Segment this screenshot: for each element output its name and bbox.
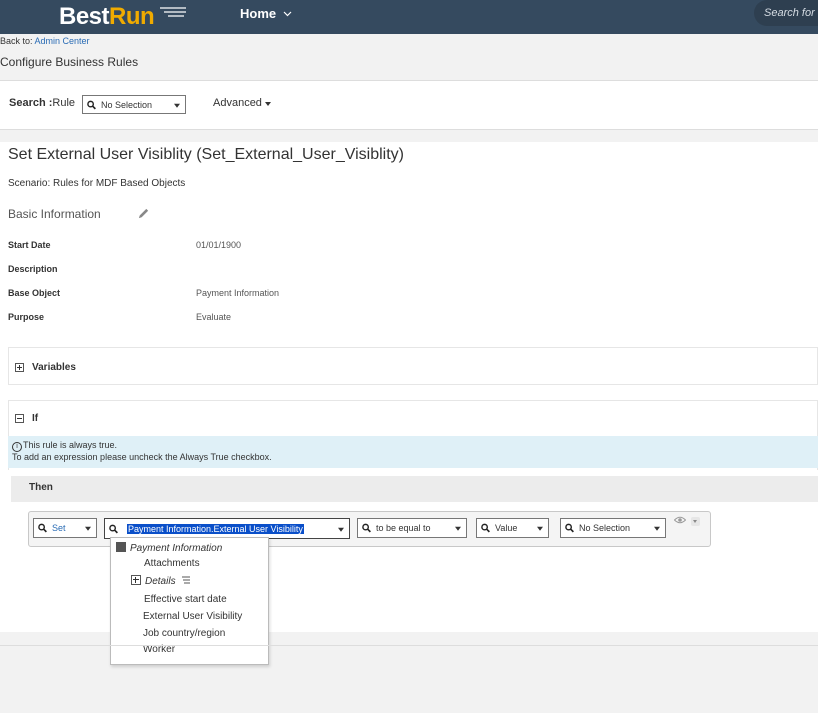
divider — [0, 645, 818, 646]
if-toggle[interactable]: If — [15, 413, 38, 424]
description-label: Description — [8, 264, 58, 274]
rule-scenario: Scenario: Rules for MDF Based Objects — [8, 178, 186, 189]
top-navigation-bar: BestRun Home Search for — [0, 0, 818, 34]
purpose-label: Purpose — [8, 312, 45, 322]
pencil-edit-icon[interactable] — [137, 207, 150, 220]
base-object-value: Payment Information — [196, 288, 280, 298]
bestrun-logo[interactable]: BestRun — [59, 3, 155, 31]
home-menu[interactable]: Home — [240, 6, 292, 21]
tree-item-external-user-visibility[interactable]: External User Visibility — [143, 611, 242, 622]
basic-information-heading: Basic Information — [8, 207, 101, 221]
eye-icon[interactable] — [674, 516, 686, 524]
chevron-down-icon — [283, 11, 292, 17]
field-select[interactable]: Payment Information.External User Visibi… — [104, 518, 350, 539]
start-date-label: Start Date — [8, 240, 51, 250]
value-select[interactable]: No Selection — [560, 518, 666, 538]
search-icon — [481, 523, 490, 533]
chevron-down-icon — [265, 102, 271, 106]
expand-icon — [15, 363, 24, 372]
chevron-down-icon — [537, 526, 543, 531]
list-icon — [182, 576, 191, 584]
collapse-icon — [15, 414, 24, 423]
expand-icon — [131, 575, 141, 585]
search-icon — [87, 100, 96, 109]
rule-title: Set External User Visiblity (Set_Externa… — [8, 146, 405, 163]
value-type-select[interactable]: Value — [476, 518, 549, 538]
chevron-down-icon — [338, 527, 344, 532]
then-section-header: Then — [11, 476, 818, 502]
base-object-label: Base Object — [8, 288, 61, 298]
chevron-down-icon — [455, 526, 461, 531]
tree-item-job-country-region[interactable]: Job country/region — [143, 628, 225, 639]
variables-section: Variables — [8, 347, 818, 385]
page-title: Configure Business Rules — [0, 55, 139, 69]
advanced-search-toggle[interactable]: Advanced — [213, 97, 271, 109]
search-icon — [109, 524, 118, 533]
tree-item-attachments[interactable]: Attachments — [144, 558, 200, 569]
search-icon — [565, 523, 574, 533]
tree-node-details[interactable]: Details — [131, 575, 191, 587]
rule-search-bar: Search :Rule No Selection Advanced — [0, 80, 818, 130]
action-select[interactable]: Set — [33, 518, 97, 538]
always-true-info-message: i This rule is always true. To add an exp… — [8, 436, 818, 468]
purpose-value: Evaluate — [196, 312, 232, 322]
search-label: Search :Rule — [9, 97, 76, 109]
info-icon: i — [12, 442, 22, 452]
search-icon — [38, 523, 47, 533]
chevron-down-icon — [654, 526, 660, 531]
chevron-down-icon — [174, 103, 180, 108]
back-link-row: Back to: Admin Center — [0, 36, 90, 46]
rule-search-select[interactable]: No Selection — [82, 95, 186, 114]
operator-select[interactable]: to be equal to — [357, 518, 467, 538]
start-date-value: 01/01/1900 — [196, 240, 242, 250]
search-icon — [362, 523, 371, 533]
variables-toggle[interactable]: Variables — [15, 362, 76, 373]
logo-speed-lines-icon — [160, 7, 186, 17]
global-search-input[interactable]: Search for — [754, 0, 818, 26]
tree-item-effective-start-date[interactable]: Effective start date — [144, 594, 227, 605]
more-options-button[interactable] — [691, 517, 700, 526]
collapse-icon — [116, 542, 126, 552]
admin-center-link[interactable]: Admin Center — [35, 36, 90, 46]
chevron-down-icon — [85, 526, 91, 531]
tree-node-payment-information[interactable]: Payment Information — [116, 542, 222, 554]
